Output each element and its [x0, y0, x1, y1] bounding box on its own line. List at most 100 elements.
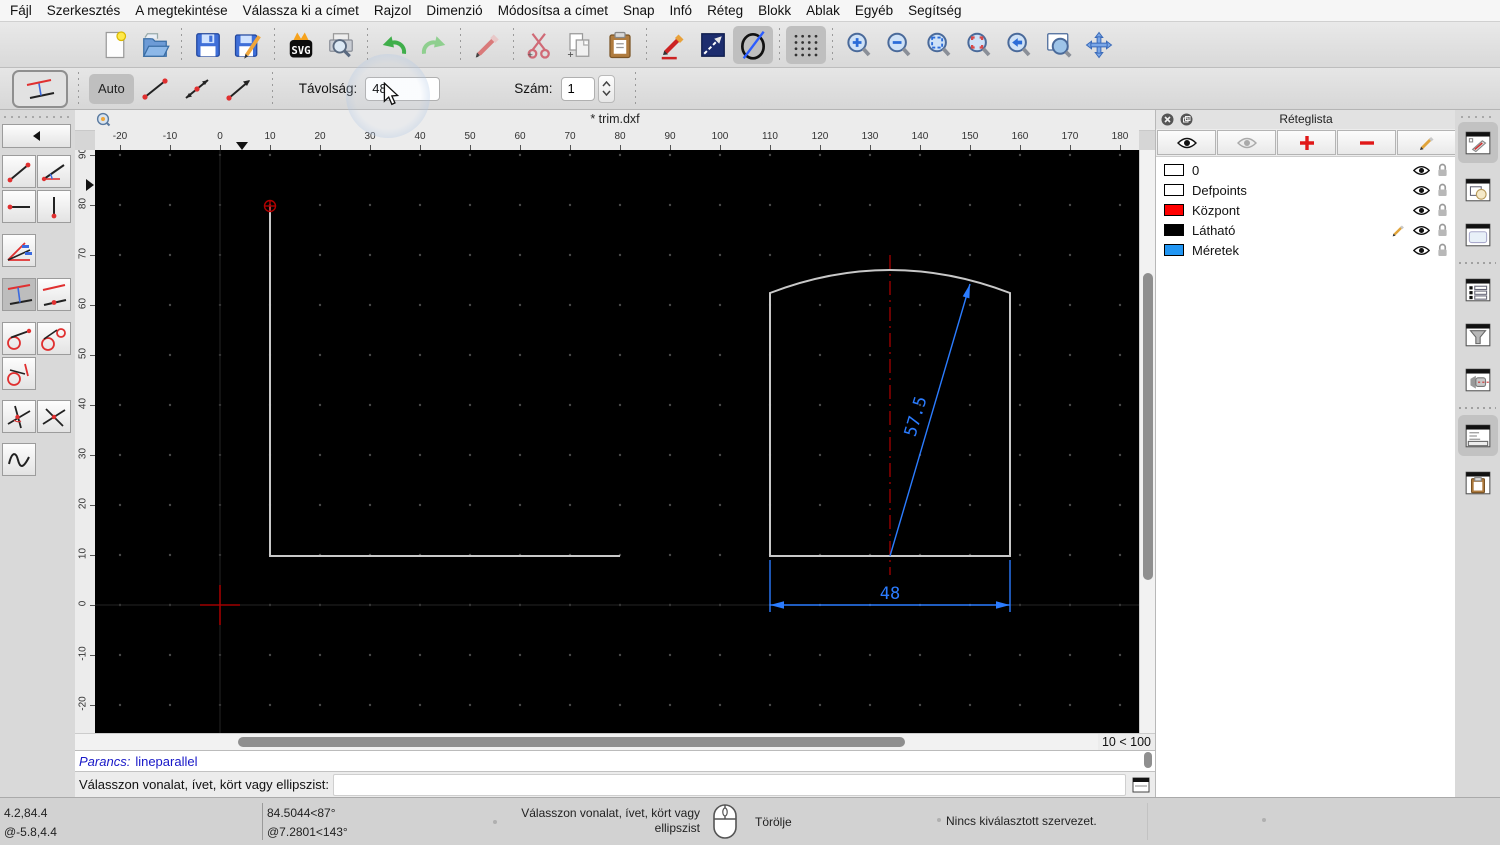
- layer-lock-icon[interactable]: [1437, 243, 1448, 257]
- line-both-directions-mode-icon[interactable]: [176, 73, 218, 105]
- line-freehand-icon[interactable]: [2, 443, 36, 476]
- entity-filter-window-icon[interactable]: [1462, 318, 1494, 351]
- clipboard-window-icon[interactable]: [1462, 466, 1494, 499]
- pen-edit-icon[interactable]: [467, 26, 507, 64]
- layer-row[interactable]: 0: [1156, 160, 1456, 180]
- zoom-in-icon[interactable]: [839, 26, 879, 64]
- layer-visible-icon[interactable]: [1413, 245, 1430, 256]
- back-arrow-icon[interactable]: [2, 124, 71, 148]
- line-relative-angle-icon[interactable]: [37, 400, 71, 433]
- distance-input[interactable]: [365, 76, 441, 101]
- v-ruler-label: 0: [77, 600, 89, 607]
- new-document-icon[interactable]: [95, 26, 135, 64]
- zoom-window-icon[interactable]: [1039, 26, 1079, 64]
- command-widget-window-icon[interactable]: [1462, 363, 1494, 396]
- menu-item-1[interactable]: Fájl: [10, 3, 32, 18]
- command-input[interactable]: [333, 773, 1126, 796]
- undo-icon[interactable]: [374, 26, 414, 64]
- line-tangent-point-icon[interactable]: [2, 322, 36, 355]
- line-tangent-orthogonal-icon[interactable]: [2, 357, 36, 390]
- h-ruler-label: 180: [1111, 131, 1129, 142]
- edit-layer-icon[interactable]: [1397, 130, 1456, 155]
- dock-handle[interactable]: [1461, 116, 1494, 118]
- line-arrow-mode-icon[interactable]: [218, 73, 260, 105]
- line-two-points-icon[interactable]: [2, 155, 36, 188]
- line-angle-icon[interactable]: [37, 155, 71, 188]
- layer-row[interactable]: Defpoints: [1156, 180, 1456, 200]
- add-layer-icon[interactable]: [1277, 130, 1336, 155]
- menu-item-2[interactable]: Szerkesztés: [47, 3, 121, 18]
- line-parallel-point-icon[interactable]: [37, 278, 71, 311]
- layer-visible-icon[interactable]: [1413, 165, 1430, 176]
- layer-lock-icon[interactable]: [1437, 223, 1448, 237]
- layer-lock-icon[interactable]: [1437, 183, 1448, 197]
- menu-item-4[interactable]: Válassza ki a címet: [243, 3, 359, 18]
- menu-item-8[interactable]: Snap: [623, 3, 655, 18]
- line-parallel-tool-indicator[interactable]: [12, 69, 68, 108]
- save-icon[interactable]: [188, 26, 228, 64]
- save-as-icon[interactable]: [228, 26, 268, 64]
- vertical-ruler: 90 80 70 60 50 40 30 20 10 0 -10 -20: [75, 150, 96, 733]
- pan-icon[interactable]: [1079, 26, 1119, 64]
- menu-item-9[interactable]: Infó: [670, 3, 693, 18]
- horizontal-scrollbar[interactable]: [75, 733, 1098, 751]
- count-stepper[interactable]: [597, 74, 615, 103]
- snap-grid-icon[interactable]: [786, 25, 826, 64]
- history-scrollbar-thumb[interactable]: [1144, 752, 1152, 768]
- h-scrollbar-thumb[interactable]: [238, 737, 905, 747]
- layer-row[interactable]: Központ: [1156, 200, 1456, 220]
- menu-item-10[interactable]: Réteg: [707, 3, 743, 18]
- line-parallel-icon[interactable]: [2, 278, 36, 311]
- redo-icon[interactable]: [414, 26, 454, 64]
- paste-icon[interactable]: [600, 26, 640, 64]
- print-preview-icon[interactable]: [321, 26, 361, 64]
- remove-layer-icon[interactable]: [1337, 130, 1396, 155]
- block-list-window-icon[interactable]: [1462, 173, 1494, 206]
- layer-list-window-icon[interactable]: [1462, 273, 1494, 306]
- line-vertical-icon[interactable]: [37, 190, 71, 223]
- zoom-previous-icon[interactable]: [999, 26, 1039, 64]
- layer-row[interactable]: Méretek: [1156, 240, 1456, 260]
- cut-icon[interactable]: +: [520, 26, 560, 64]
- layer-row-active[interactable]: Látható: [1156, 220, 1456, 240]
- menu-item-3[interactable]: A megtekintése: [135, 3, 227, 18]
- menu-item-5[interactable]: Rajzol: [374, 3, 412, 18]
- layer-visible-icon[interactable]: [1413, 185, 1430, 196]
- selection-box-icon[interactable]: [693, 26, 733, 64]
- command-options-icon[interactable]: [1132, 777, 1150, 793]
- layer-visible-icon[interactable]: [1413, 205, 1430, 216]
- copy-icon[interactable]: +: [560, 26, 600, 64]
- layer-visible-icon[interactable]: [1413, 225, 1430, 236]
- layer-lock-icon[interactable]: [1437, 203, 1448, 217]
- zoom-auto-icon[interactable]: [919, 26, 959, 64]
- line-bisector-icon[interactable]: [2, 234, 36, 267]
- zoom-selection-icon[interactable]: [959, 26, 999, 64]
- menu-item-7[interactable]: Módosítsa a címet: [498, 3, 608, 18]
- layer-lock-icon[interactable]: [1437, 163, 1448, 177]
- library-browser-window-icon[interactable]: [1462, 218, 1494, 251]
- command-line-window-icon[interactable]: [1462, 419, 1494, 452]
- open-folder-icon[interactable]: [135, 26, 175, 64]
- auto-mode-button[interactable]: Auto: [89, 73, 134, 104]
- line-tangent-circles-icon[interactable]: [37, 322, 71, 355]
- menu-item-13[interactable]: Egyéb: [855, 3, 893, 18]
- show-all-layers-icon[interactable]: [1157, 130, 1216, 155]
- zoom-out-icon[interactable]: [879, 26, 919, 64]
- menu-item-11[interactable]: Blokk: [758, 3, 791, 18]
- hide-all-layers-icon[interactable]: [1217, 130, 1276, 155]
- dock-handle[interactable]: [4, 116, 70, 118]
- pen-style-window-icon[interactable]: [1462, 126, 1494, 159]
- draw-pencil-icon[interactable]: [653, 26, 693, 64]
- draft-ellipse-icon[interactable]: [733, 25, 773, 64]
- svg-export-icon[interactable]: SVG: [281, 26, 321, 64]
- line-horizontal-icon[interactable]: [2, 190, 36, 223]
- line-orthogonal-icon[interactable]: [2, 400, 36, 433]
- v-scrollbar-thumb[interactable]: [1143, 273, 1153, 580]
- count-input[interactable]: [560, 76, 595, 101]
- menu-item-12[interactable]: Ablak: [806, 3, 840, 18]
- menu-item-6[interactable]: Dimenzió: [426, 3, 482, 18]
- vertical-scrollbar[interactable]: [1139, 150, 1156, 733]
- line-two-points-mode-icon[interactable]: [134, 73, 176, 105]
- drawing-canvas[interactable]: 57.5 48: [95, 150, 1139, 733]
- menu-item-14[interactable]: Segítség: [908, 3, 961, 18]
